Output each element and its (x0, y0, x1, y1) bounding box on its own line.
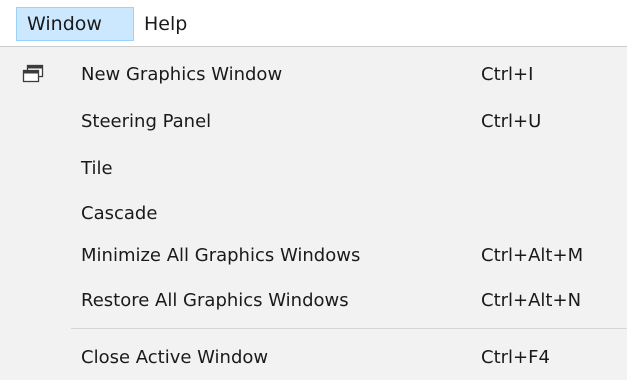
menu-separator (71, 328, 627, 329)
menu-item-cascade[interactable]: Cascade (0, 190, 627, 237)
menu-item-label: Tile (81, 158, 113, 179)
new-window-icon (22, 64, 44, 84)
menu-bar: Window Help (0, 0, 627, 46)
menu-item-shortcut: Ctrl+Alt+N (481, 290, 582, 311)
menu-item-minimize-all[interactable]: Minimize All Graphics Windows Ctrl+Alt+M (0, 232, 627, 279)
window-menu-dropdown: New Graphics Window Ctrl+I Steering Pane… (0, 46, 627, 380)
menu-item-tile[interactable]: Tile (0, 145, 627, 192)
menu-window[interactable]: Window (16, 7, 134, 41)
menu-item-label: Minimize All Graphics Windows (81, 245, 361, 266)
menu-item-label: Steering Panel (81, 111, 212, 132)
menu-item-shortcut: Ctrl+U (481, 111, 542, 132)
menu-item-restore-all[interactable]: Restore All Graphics Windows Ctrl+Alt+N (0, 277, 627, 324)
menu-item-shortcut: Ctrl+F4 (481, 347, 550, 368)
menu-item-label: Close Active Window (81, 347, 269, 368)
menu-item-new-graphics-window[interactable]: New Graphics Window Ctrl+I (0, 51, 627, 98)
menu-item-shortcut: Ctrl+Alt+M (481, 245, 584, 266)
menu-item-label: Cascade (81, 203, 158, 224)
menu-item-label: New Graphics Window (81, 64, 283, 85)
menu-item-label: Restore All Graphics Windows (81, 290, 349, 311)
menu-help[interactable]: Help (134, 7, 210, 41)
menu-item-close-active-window[interactable]: Close Active Window Ctrl+F4 (0, 334, 627, 381)
menu-item-shortcut: Ctrl+I (481, 64, 534, 85)
menu-item-steering-panel[interactable]: Steering Panel Ctrl+U (0, 98, 627, 145)
